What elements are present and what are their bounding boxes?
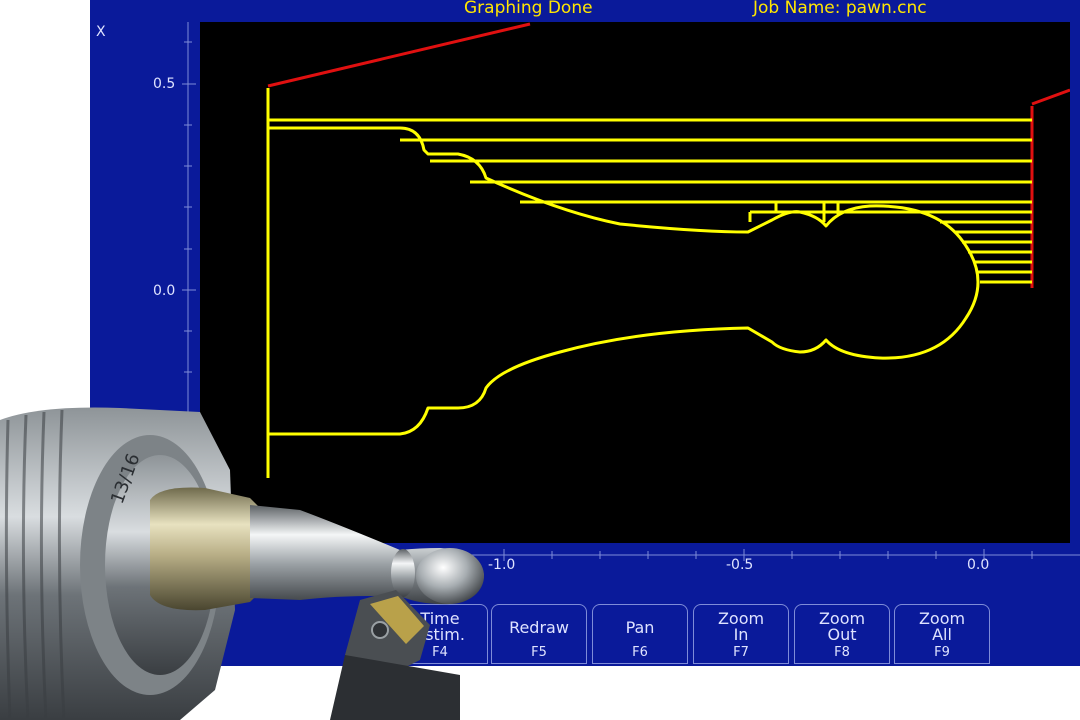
time-estimate-button[interactable]: Time Estim. F4 xyxy=(392,604,488,664)
rapid-move-line xyxy=(267,22,531,88)
button-label: Pan xyxy=(625,618,655,637)
zoom-all-button[interactable]: Zoom All F9 xyxy=(894,604,990,664)
redraw-button[interactable]: Redraw F5 xyxy=(491,604,587,664)
zoom-out-button[interactable]: Zoom Out F8 xyxy=(794,604,890,664)
button-label: Zoom In xyxy=(717,609,765,644)
function-key-label: F8 xyxy=(834,645,850,660)
button-label: Redraw xyxy=(509,618,569,637)
zoom-in-button[interactable]: Zoom In F7 xyxy=(693,604,789,664)
pawn-profile-upper xyxy=(268,126,980,436)
toolpath-graph[interactable] xyxy=(200,22,1071,543)
function-key-label: F9 xyxy=(934,645,950,660)
toolpath-svg xyxy=(266,22,1071,478)
button-label: Zoom All xyxy=(918,609,966,644)
rapid-move-line xyxy=(1031,88,1071,106)
function-key-label: F5 xyxy=(531,645,547,660)
button-label: Time Estim. xyxy=(415,609,465,644)
pan-button[interactable]: Pan F6 xyxy=(592,604,688,664)
button-label: Zoom Out xyxy=(818,609,866,644)
function-key-label: F6 xyxy=(632,645,648,660)
roughing-passes xyxy=(268,118,1032,284)
function-key-label: F4 xyxy=(432,645,448,660)
function-key-label: F7 xyxy=(733,645,749,660)
